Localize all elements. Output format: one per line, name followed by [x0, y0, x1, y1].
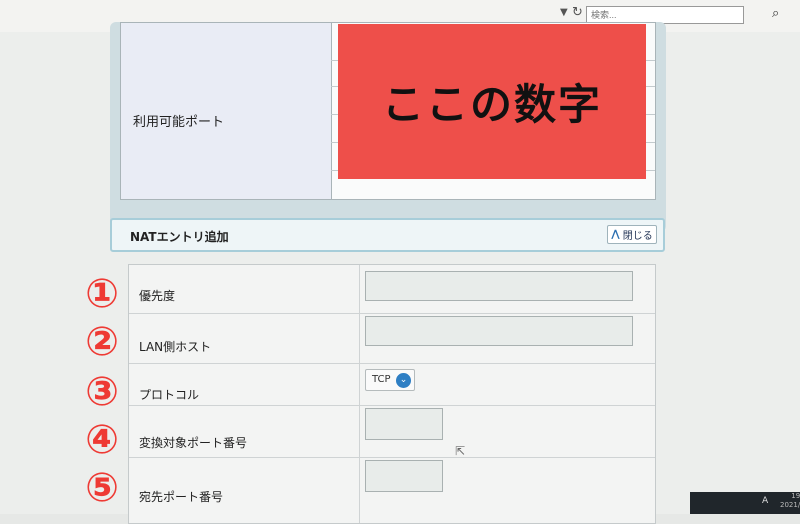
annotation-callout: ここの数字 — [338, 24, 646, 179]
chevron-up-icon: ⋀ — [611, 229, 620, 240]
router-settings-page: 利用可能ポート ここの数字 NATエントリ追加 ⋀ 閉じる 優先度 LAN側ホス… — [0, 22, 800, 524]
protocol-label: プロトコル — [139, 388, 200, 402]
nat-entry-section-header: NATエントリ追加 ⋀ 閉じる — [110, 218, 665, 252]
close-button-label: 閉じる — [622, 231, 653, 242]
nat-entry-form: 優先度 LAN側ホスト プロトコル TCP ⌄ 変換対象ポート番号 宛先ポート番… — [128, 264, 656, 524]
available-ports-label: 利用可能ポート — [133, 115, 225, 130]
taskbar-clock[interactable]: 19:25 2021/12/ — [780, 492, 800, 510]
lan-host-label: LAN側ホスト — [139, 340, 212, 354]
section-title: NATエントリ追加 — [130, 230, 229, 244]
search-icon[interactable]: ⌕ — [772, 6, 779, 21]
dropdown-arrow-icon[interactable]: ▼ — [560, 7, 568, 18]
annotation-number-1: ① — [85, 271, 119, 317]
external-port-label: 変換対象ポート番号 — [139, 436, 248, 450]
annotation-number-5: ⑤ — [85, 465, 119, 511]
annotation-number-3: ③ — [85, 369, 119, 415]
priority-label: 優先度 — [139, 289, 176, 303]
destination-port-input[interactable] — [365, 460, 443, 492]
destination-port-label: 宛先ポート番号 — [139, 490, 224, 504]
available-ports-label-cell: 利用可能ポート — [121, 23, 332, 199]
ime-indicator[interactable]: A — [762, 496, 768, 506]
priority-input[interactable] — [365, 271, 633, 301]
form-row-priority: 優先度 — [129, 265, 655, 313]
form-row-lan-host: LAN側ホスト — [129, 313, 655, 364]
annotation-number-2: ② — [85, 319, 119, 365]
annotation-number-4: ④ — [85, 417, 119, 463]
refresh-icon[interactable]: ↻ — [572, 5, 583, 20]
clock-date: 2021/12/ — [780, 501, 800, 509]
annotation-callout-text: ここの数字 — [381, 80, 602, 129]
form-row-external-port: 変換対象ポート番号 — [129, 405, 655, 458]
chevron-down-icon: ⌄ — [396, 373, 411, 388]
mouse-cursor-icon: ⇱ — [455, 444, 466, 458]
lan-host-input[interactable] — [365, 316, 633, 346]
protocol-select-value: TCP — [372, 374, 391, 385]
external-port-input[interactable] — [365, 408, 443, 440]
close-button[interactable]: ⋀ 閉じる — [607, 225, 657, 244]
clock-time: 19:25 — [791, 492, 800, 500]
protocol-select[interactable]: TCP ⌄ — [365, 369, 415, 391]
